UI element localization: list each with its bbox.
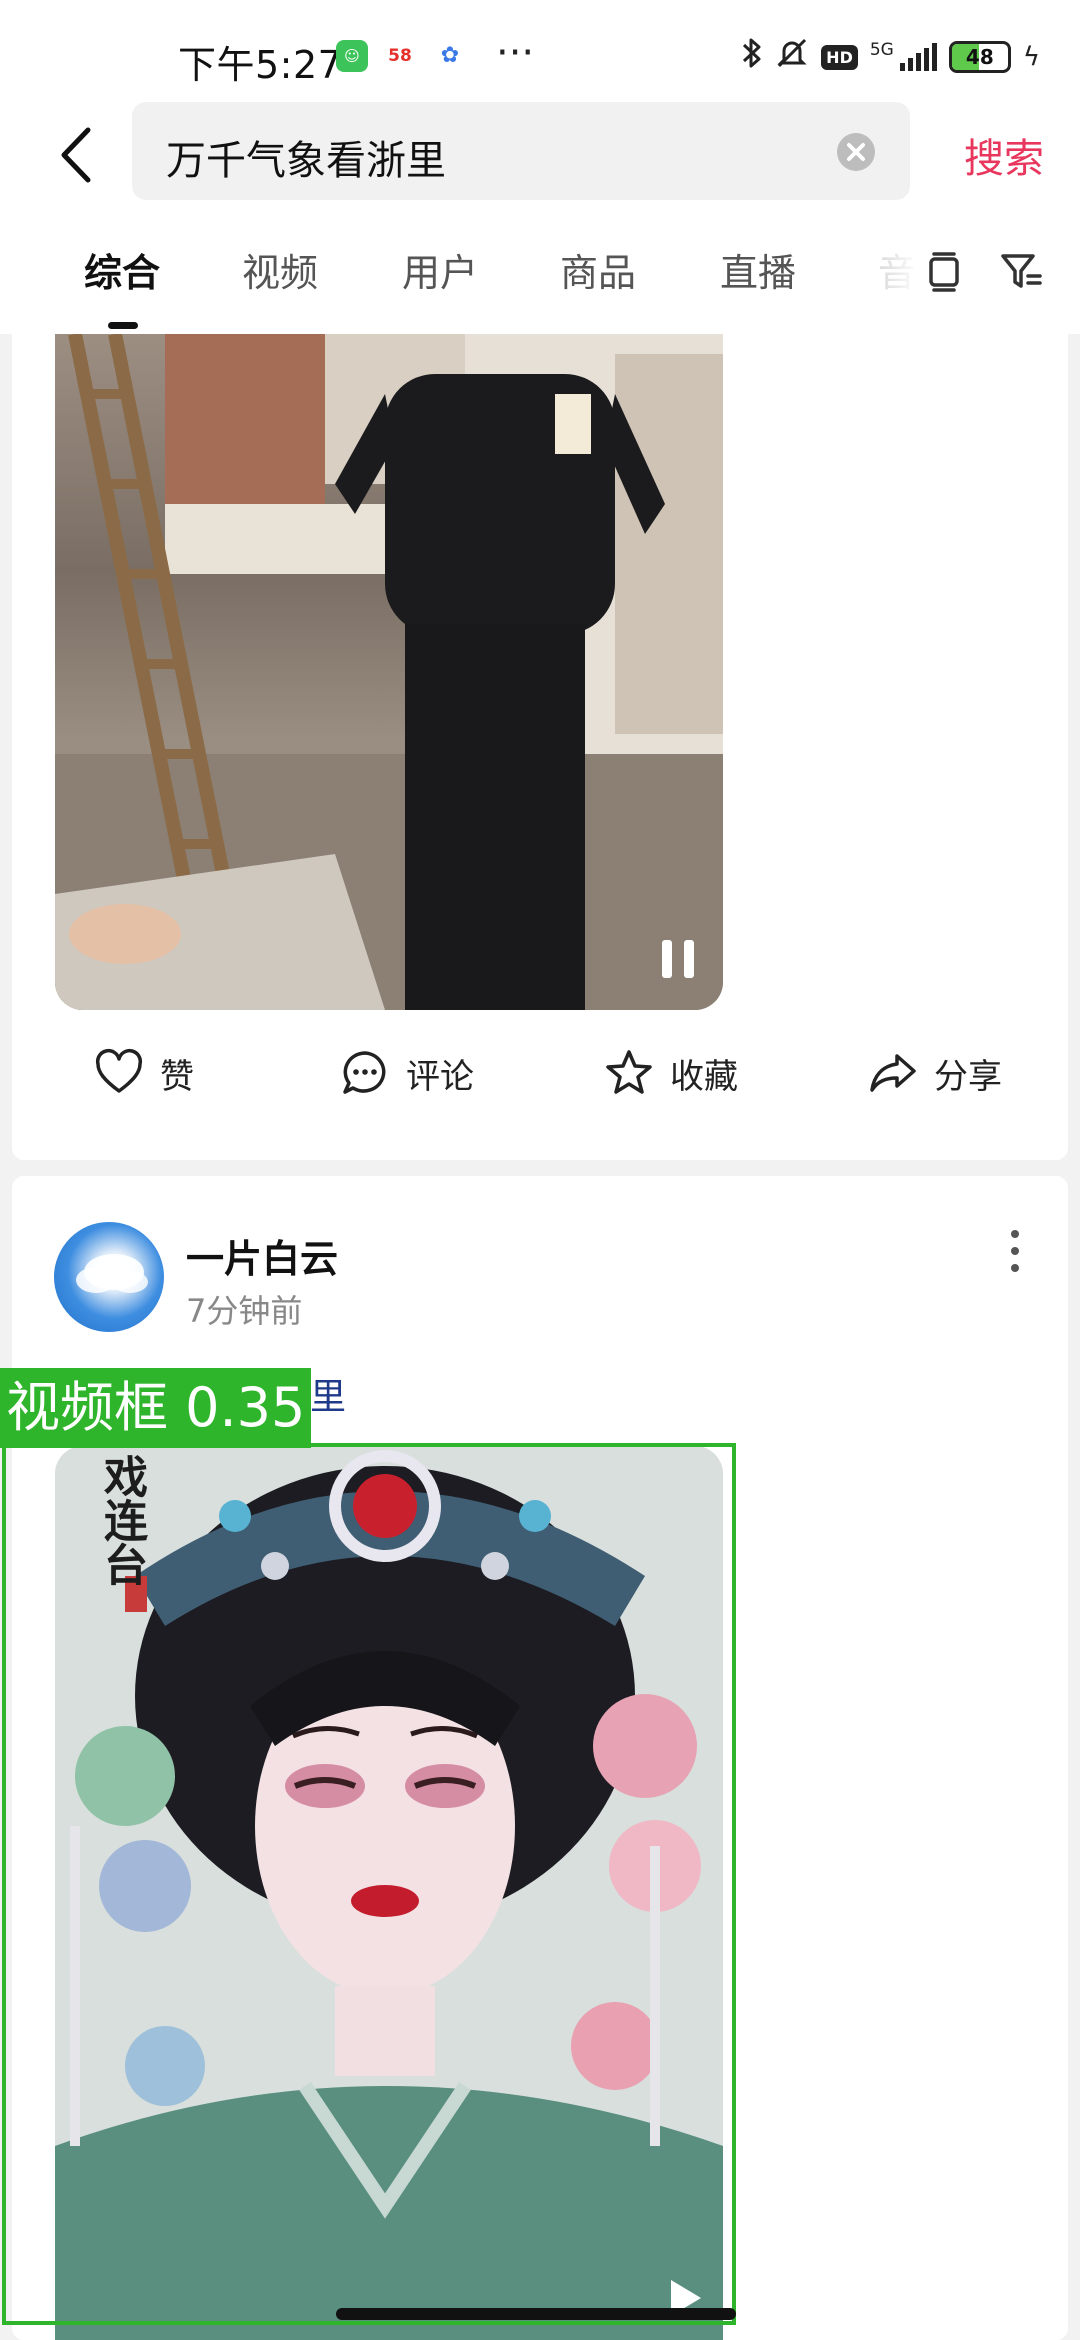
video-thumbnail[interactable] [55,334,723,1010]
mute-bell-icon [775,36,809,78]
battery-percent: 48 [965,45,994,69]
comment-icon [343,1051,386,1094]
tabs-fade [860,210,920,334]
tab-live[interactable]: 直播 [720,242,796,297]
like-button[interactable]: 赞 [94,1048,194,1098]
pause-icon[interactable] [658,938,698,980]
detection-label: 视频框 0.35 [0,1368,312,1448]
cloud-app-icon: ✿ [434,40,466,72]
home-indicator[interactable] [336,2308,736,2320]
status-indicators: HD 5G 48 ϟ [741,36,1040,78]
favorite-button[interactable]: 收藏 [604,1048,738,1098]
wechat-icon: ☺ [336,40,368,72]
hd-badge: HD [821,44,858,70]
active-tab-indicator [108,322,138,329]
charging-bolt-icon: ϟ [1022,42,1040,72]
like-label: 赞 [160,1056,194,1097]
status-bar: 下午5:27 ☺ 58 ✿ ··· HD 5G 48 ϟ [0,0,1080,100]
tab-video[interactable]: 视频 [242,242,318,297]
more-options-icon[interactable] [1008,1226,1022,1276]
status-time: 下午5:27 [178,43,343,87]
star-icon [606,1050,652,1094]
battery-icon: 48 [948,41,1011,73]
search-button[interactable]: 搜索 [964,126,1044,184]
signal-icon [899,43,937,71]
back-arrow-icon[interactable] [50,122,110,188]
network-type: 5G [869,40,894,60]
tab-users[interactable]: 用户 [402,242,478,297]
comment-label: 评论 [406,1056,474,1097]
comment-button[interactable]: 评论 [340,1048,474,1098]
search-input[interactable]: 万千气象看浙里 [132,102,910,200]
share-label: 分享 [934,1056,1002,1097]
video-detection-box [2,1443,736,2325]
share-button[interactable]: 分享 [868,1048,1002,1098]
feed-card: 赞 评论 收藏 分享 [12,334,1068,1160]
search-query[interactable]: 万千气象看浙里 [166,128,446,186]
favorite-label: 收藏 [670,1056,738,1097]
filter-icon[interactable] [1000,252,1044,292]
tab-comprehensive[interactable]: 综合 [84,242,160,297]
58-app-icon: 58 [384,40,416,72]
post-time: 7分钟前 [186,1292,303,1330]
post-actions: 赞 评论 收藏 分享 [12,1034,1068,1114]
more-notifications-icon: ··· [496,30,535,76]
avatar[interactable] [54,1222,164,1332]
heart-icon [95,1049,143,1093]
layout-toggle-icon[interactable] [924,250,964,294]
author-name[interactable]: 一片白云 [186,1228,338,1283]
video-frame-scene [55,334,723,1010]
tab-products[interactable]: 商品 [560,242,636,297]
clear-search-icon[interactable] [836,132,876,172]
share-icon [870,1054,916,1092]
bluetooth-icon [741,36,763,78]
cloud-avatar-image [76,1254,148,1293]
result-tabs: 综合 视频 用户 商品 直播 音 [0,210,1080,334]
search-header: 万千气象看浙里 搜索 [0,100,1080,210]
